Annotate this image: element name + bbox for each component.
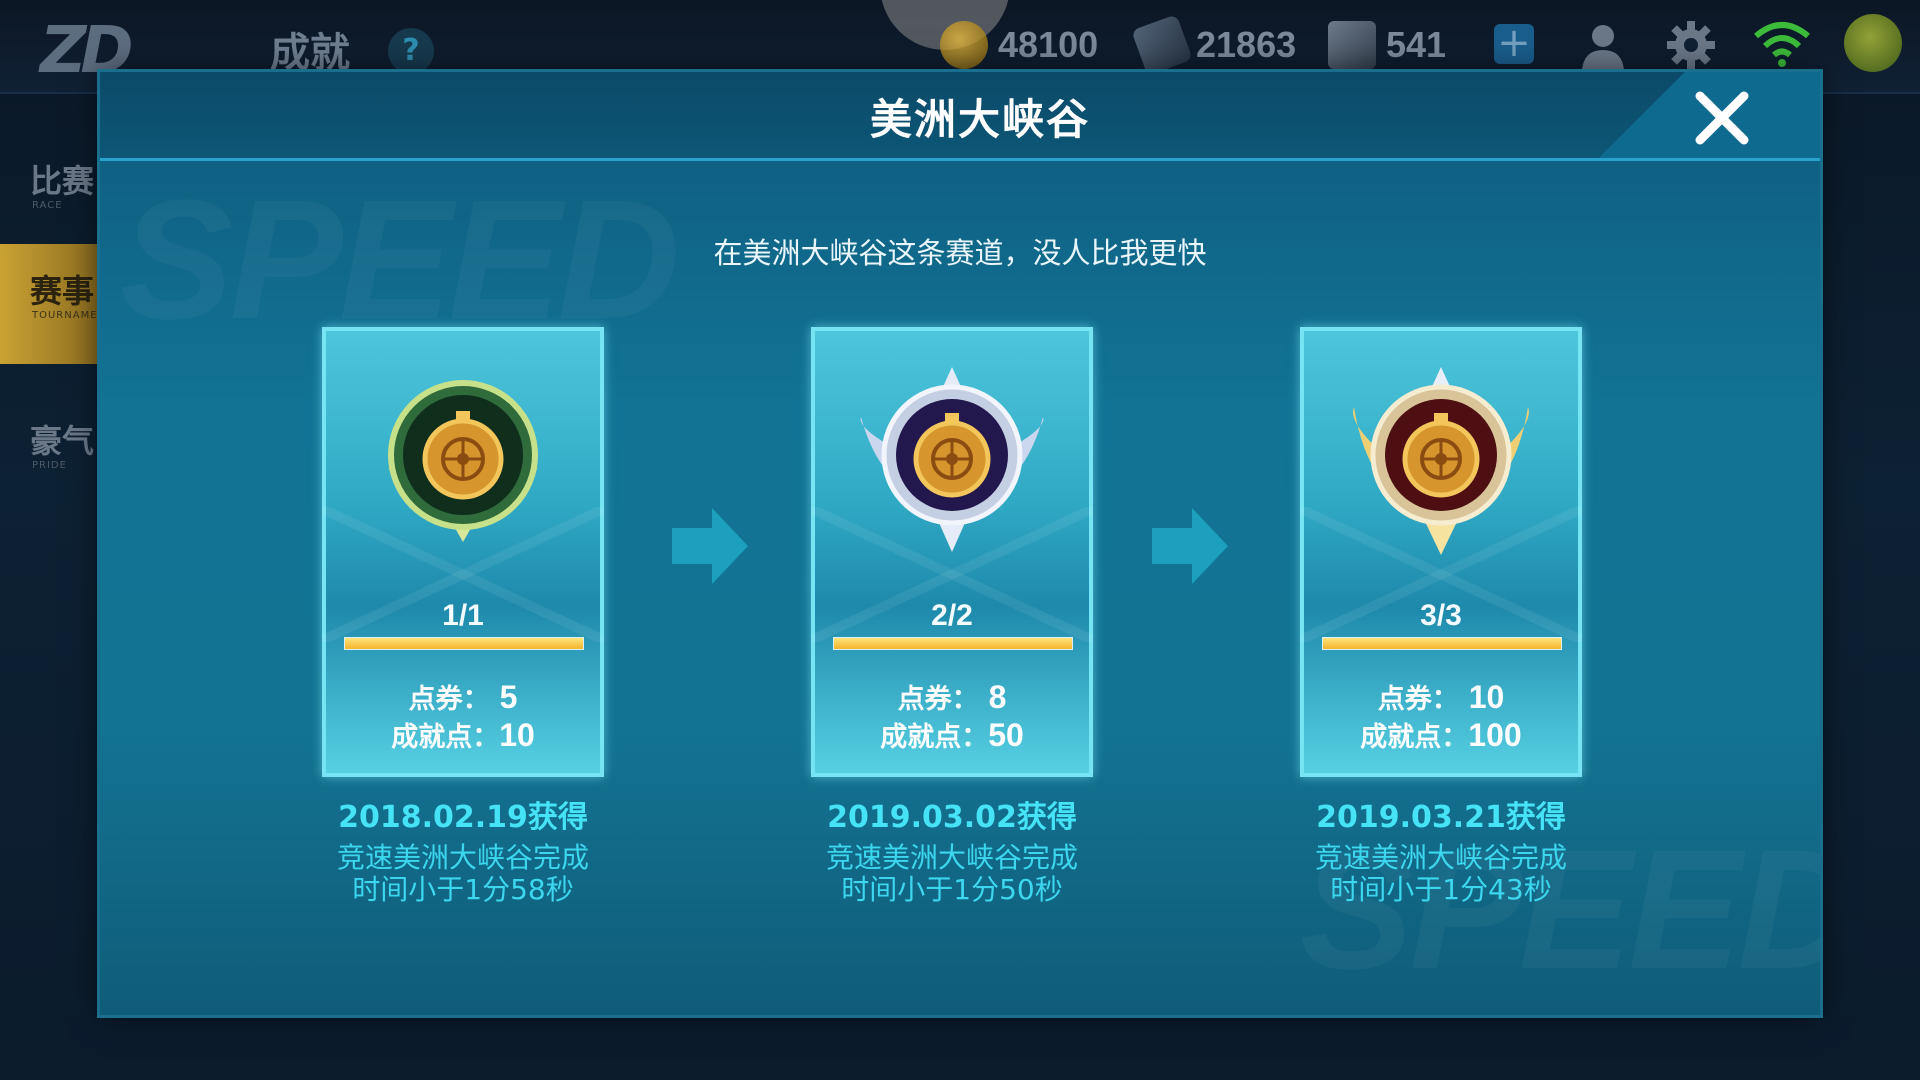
points-label: 成就点： bbox=[391, 722, 500, 753]
voucher-reward: 点券： 10 bbox=[1300, 677, 1582, 716]
progress-text: 3/3 bbox=[1420, 599, 1462, 632]
points-value: 10 bbox=[499, 717, 535, 753]
achievement-date: 2019.03.21获得 bbox=[1316, 800, 1566, 835]
sidebar-tab-label: 豪气 bbox=[30, 422, 95, 460]
progress-text: 1/1 bbox=[442, 599, 484, 632]
points-label: 成就点： bbox=[1360, 722, 1469, 753]
description-line: 竞速美洲大峡谷完成 bbox=[825, 841, 1078, 874]
sidebar-tab-tournament[interactable]: 赛事 TOURNAMENT bbox=[0, 244, 112, 364]
achievement-date: 2018.02.19获得 bbox=[338, 800, 588, 835]
modal-header: 美洲大峡谷 bbox=[100, 72, 1820, 161]
voucher-reward: 点券： 8 bbox=[811, 677, 1093, 716]
progress-fill bbox=[345, 638, 583, 649]
gold-coin-value: 48100 bbox=[998, 24, 1099, 65]
achievement-card-2[interactable]: 2/2 点券： 8 成就点：50 bbox=[811, 327, 1093, 777]
green-stopwatch-medal-icon bbox=[388, 380, 538, 542]
voucher-value: 5 bbox=[499, 679, 518, 715]
purple-winged-stopwatch-medal-icon bbox=[860, 367, 1044, 552]
points-value: 50 bbox=[988, 717, 1024, 753]
progress-bar bbox=[833, 637, 1073, 650]
diamond-icon bbox=[1328, 21, 1376, 69]
achievement-description: 竞速美洲大峡谷完成 时间小于1分50秒 bbox=[792, 842, 1112, 906]
achievement-subtitle: 在美洲大峡谷这条赛道，没人比我更快 bbox=[713, 236, 1207, 270]
modal-title: 美洲大峡谷 bbox=[869, 95, 1090, 144]
sidebar-tab-sublabel: PRIDE bbox=[32, 460, 67, 471]
progress-fill bbox=[1323, 638, 1561, 649]
achievement-modal: SPEED SPEED 美洲大峡谷 在美洲大峡谷这条赛道，没人比我更快 1/1 … bbox=[100, 72, 1820, 1015]
points-reward: 成就点：50 bbox=[811, 715, 1093, 754]
voucher-label: 点券： bbox=[897, 684, 979, 715]
description-line: 竞速美洲大峡谷完成 bbox=[1314, 841, 1567, 874]
voucher-icon bbox=[1131, 14, 1193, 76]
sidebar-tab-sublabel: RACE bbox=[32, 200, 63, 211]
sidebar-tab-pride[interactable]: 豪气 PRIDE bbox=[0, 394, 100, 514]
achievement-description: 竞速美洲大峡谷完成 时间小于1分58秒 bbox=[303, 842, 623, 906]
voucher-value: 10 bbox=[1468, 679, 1505, 715]
description-line: 时间小于1分58秒 bbox=[352, 873, 574, 906]
points-reward: 成就点：10 bbox=[322, 715, 604, 754]
progress-fill bbox=[834, 638, 1072, 649]
page-title: 成就 bbox=[270, 30, 350, 76]
voucher-label: 点券： bbox=[1377, 684, 1459, 715]
diamond-counter: 541 bbox=[1328, 20, 1446, 70]
arrow-right-icon bbox=[1152, 508, 1228, 584]
diamond-value: 541 bbox=[1386, 24, 1447, 65]
description-line: 竞速美洲大峡谷完成 bbox=[336, 841, 589, 874]
sidebar-tab-race[interactable]: 比赛 RACE bbox=[0, 134, 100, 254]
achievement-description: 竞速美洲大峡谷完成 时间小于1分43秒 bbox=[1281, 842, 1601, 906]
achievement-card-1[interactable]: 1/1 点券： 5 成就点：10 bbox=[322, 327, 604, 777]
voucher-value: 21863 bbox=[1196, 24, 1297, 65]
sidebar-tab-label: 比赛 bbox=[30, 162, 95, 200]
progress-text: 2/2 bbox=[931, 599, 973, 632]
voucher-value: 8 bbox=[988, 679, 1007, 715]
achievement-card-3[interactable]: 3/3 点券： 10 成就点：100 bbox=[1300, 327, 1582, 777]
voucher-counter: 21863 bbox=[1131, 14, 1297, 76]
arrow-right-icon bbox=[672, 508, 748, 584]
recharge-button[interactable]: + bbox=[1494, 23, 1534, 64]
red-gold-winged-stopwatch-medal-icon bbox=[1353, 367, 1529, 555]
progress-bar bbox=[1322, 637, 1562, 650]
wifi-icon bbox=[1754, 22, 1810, 67]
points-label: 成就点： bbox=[880, 722, 989, 753]
friends-icon[interactable] bbox=[1576, 18, 1630, 72]
description-line: 时间小于1分43秒 bbox=[1330, 873, 1552, 906]
progress-bar bbox=[344, 637, 584, 650]
points-reward: 成就点：100 bbox=[1300, 715, 1582, 754]
description-line: 时间小于1分50秒 bbox=[841, 873, 1063, 906]
achievement-date: 2019.03.02获得 bbox=[827, 800, 1077, 835]
profile-avatar[interactable] bbox=[1844, 14, 1902, 72]
gold-coin-icon bbox=[940, 21, 988, 69]
close-icon[interactable] bbox=[1690, 86, 1754, 150]
voucher-reward: 点券： 5 bbox=[322, 677, 604, 716]
voucher-label: 点券： bbox=[408, 684, 490, 715]
gold-coin-counter: 48100 bbox=[940, 20, 1098, 70]
help-icon[interactable]: ? bbox=[388, 28, 434, 74]
gear-icon[interactable] bbox=[1664, 18, 1718, 72]
sidebar-tab-label: 赛事 bbox=[30, 272, 95, 310]
points-value: 100 bbox=[1468, 717, 1522, 753]
